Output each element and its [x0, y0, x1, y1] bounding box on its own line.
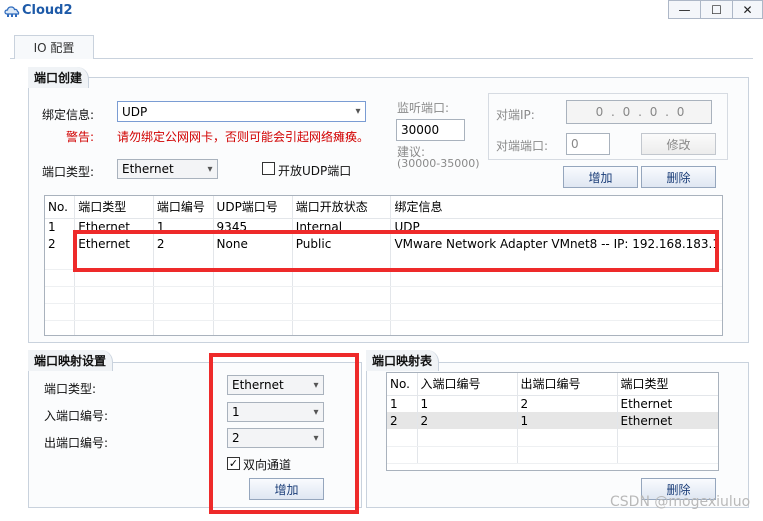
listen-port-label: 监听端口: — [397, 101, 450, 115]
peer-port-input[interactable]: 0 — [566, 133, 610, 155]
bind-info-select[interactable]: UDP ▾ — [117, 101, 366, 122]
table-row — [45, 320, 722, 335]
mapping-table-grid: No. 入端口编号 出端口编号 端口类型 1 1 2 Ethernet 2 2 … — [387, 373, 718, 464]
table-row — [45, 303, 722, 321]
bind-info-value: UDP — [122, 104, 148, 119]
table-cell: 2 — [387, 412, 418, 429]
mapping-table-header[interactable]: No. — [387, 373, 418, 396]
tab-strip — [10, 58, 753, 59]
bind-info-label: 绑定信息: — [42, 108, 95, 122]
mapping-table-header[interactable]: 端口类型 — [617, 373, 718, 396]
highlight-annotation — [73, 230, 719, 272]
table-cell: 2 — [45, 235, 76, 252]
title-bar — [0, 0, 763, 22]
peer-ip-input[interactable]: 0 . 0 . 0 . 0 — [566, 100, 712, 124]
watermark: CSDN @mogexiuluo — [610, 494, 751, 510]
table-cell: 2 — [517, 395, 618, 412]
table-cell: 2 — [417, 412, 518, 429]
mapping-table-header[interactable]: 入端口编号 — [417, 373, 518, 396]
listen-port-input[interactable]: 30000 — [396, 119, 465, 141]
chevron-down-icon: ▾ — [207, 163, 213, 175]
table-cell: Ethernet — [617, 395, 718, 412]
port-type-label: 端口类型: — [42, 165, 95, 179]
close-icon[interactable]: ✕ — [732, 0, 763, 19]
warning-label: 警告: — [66, 130, 95, 144]
table-row — [45, 286, 722, 304]
port-table-header[interactable]: No. — [45, 196, 76, 219]
table-cell: 1 — [45, 218, 76, 235]
peer-ip-label: 对端IP: — [496, 108, 535, 122]
add-port-button[interactable]: 增加 — [563, 166, 638, 188]
open-udp-checkbox[interactable] — [262, 162, 275, 175]
suggest-range: (30000-35000) — [397, 157, 480, 170]
out-port-label: 出端口编号: — [44, 436, 109, 450]
highlight-annotation — [209, 353, 359, 514]
map-port-type-label: 端口类型: — [44, 382, 97, 396]
port-table-header[interactable]: 绑定信息 — [390, 196, 722, 219]
port-table-header[interactable]: 端口类型 — [74, 196, 154, 219]
tab-io-config[interactable]: IO 配置 — [14, 35, 94, 59]
table-row[interactable]: 1 1 2 Ethernet — [387, 395, 718, 412]
table-row — [387, 446, 718, 464]
open-udp-label: 开放UDP端口 — [278, 164, 352, 178]
window-title: Cloud2 — [22, 3, 73, 18]
table-cell: 1 — [417, 395, 518, 412]
cloud-app-icon — [4, 6, 20, 17]
table-row — [387, 429, 718, 447]
mapping-table: No. 入端口编号 出端口编号 端口类型 1 1 2 Ethernet 2 2 … — [386, 372, 719, 471]
port-table-header[interactable]: 端口开放状态 — [292, 196, 392, 219]
port-type-select[interactable]: Ethernet ▾ — [117, 159, 218, 179]
warning-text: 请勿绑定公网网卡，否则可能会引起网络瘫痪。 — [117, 130, 370, 144]
table-cell: 1 — [517, 412, 618, 429]
port-table-header[interactable]: 端口编号 — [153, 196, 214, 219]
table-cell: 1 — [387, 395, 418, 412]
in-port-label: 入端口编号: — [44, 409, 109, 423]
maximize-icon[interactable]: ☐ — [700, 0, 733, 19]
port-type-value: Ethernet — [122, 162, 174, 176]
chevron-down-icon: ▾ — [355, 106, 361, 117]
table-cell: Ethernet — [617, 412, 718, 429]
modify-button[interactable]: 修改 — [641, 133, 716, 155]
table-row[interactable]: 2 2 1 Ethernet — [387, 412, 718, 429]
mapping-table-header[interactable]: 出端口编号 — [517, 373, 618, 396]
port-map-settings-title: 端口映射设置 — [28, 350, 114, 371]
peer-port-label: 对端端口: — [496, 139, 549, 153]
delete-port-button[interactable]: 删除 — [641, 166, 716, 188]
port-map-table-title: 端口映射表 — [366, 350, 440, 371]
minimize-icon[interactable]: — — [668, 0, 701, 19]
port-create-title: 端口创建 — [28, 67, 90, 88]
port-table-header[interactable]: UDP端口号 — [213, 196, 293, 219]
